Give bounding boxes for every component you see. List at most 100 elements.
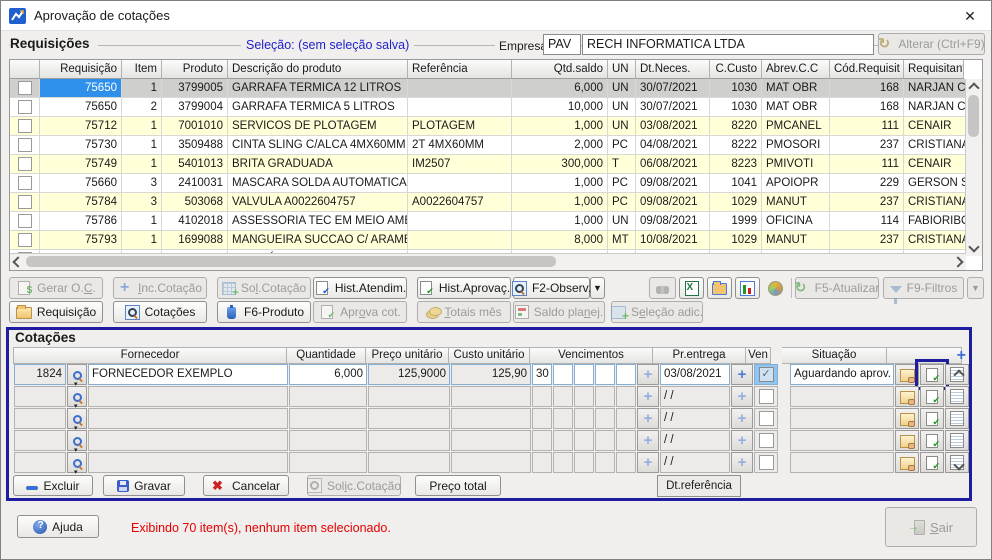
grid-cell[interactable]: 30/07/2021: [636, 79, 710, 98]
supplier-name-cell[interactable]: [88, 452, 288, 473]
grid-cell[interactable]: 1999: [710, 212, 762, 231]
column-header[interactable]: Abrev.C.C: [762, 60, 830, 79]
quantity-cell[interactable]: [289, 430, 367, 451]
due-days-cell[interactable]: [532, 408, 552, 429]
grid-cell[interactable]: T: [608, 155, 636, 174]
due-days-cell[interactable]: 30: [532, 364, 552, 385]
quantity-cell[interactable]: [289, 452, 367, 473]
due-days-cell[interactable]: [616, 364, 636, 385]
winner-checkbox[interactable]: [759, 411, 774, 426]
observation-button[interactable]: [895, 386, 919, 407]
grid-cell[interactable]: 2T 4MX60MM: [408, 136, 512, 155]
grid-cell[interactable]: GARRAFA TERMICA 12 LITROS: [228, 79, 408, 98]
grid-cell[interactable]: CRISTIANA: [904, 193, 966, 212]
grid-cell[interactable]: UN: [608, 79, 636, 98]
export-excel-button[interactable]: [679, 277, 704, 299]
add-delivery-button[interactable]: +: [731, 364, 753, 385]
grid-cell[interactable]: MAT OBR: [762, 98, 830, 117]
unit-price-cell[interactable]: [368, 408, 450, 429]
grid-cell[interactable]: CENAIR: [904, 117, 966, 136]
column-header[interactable]: C.Custo: [710, 60, 762, 79]
chart-button[interactable]: [735, 277, 760, 299]
grid-cell[interactable]: A0022604757: [408, 193, 512, 212]
folder-money-button[interactable]: [707, 277, 732, 299]
scroll-up-icon[interactable]: [967, 81, 981, 95]
column-header[interactable]: Qtd.saldo: [512, 60, 608, 79]
row-select-cell[interactable]: [10, 117, 40, 136]
grid-cell[interactable]: 75784: [40, 193, 122, 212]
grid-cell[interactable]: MANUT: [762, 231, 830, 250]
add-quotation-icon[interactable]: +: [957, 347, 966, 365]
grid-cell[interactable]: [408, 174, 512, 193]
palette-button[interactable]: [763, 277, 788, 299]
row-checkbox[interactable]: [18, 119, 32, 133]
winner-checkbox[interactable]: [759, 433, 774, 448]
grid-cell[interactable]: 300,000: [512, 155, 608, 174]
winner-checkbox-cell[interactable]: [754, 386, 778, 407]
grid-cell[interactable]: 1: [122, 212, 162, 231]
due-days-cell[interactable]: [574, 386, 594, 407]
grid-cell[interactable]: PMIVOTI: [762, 155, 830, 174]
requisition-row[interactable]: 7573013509488CINTA SLING C/ALCA 4MX60MM …: [10, 136, 966, 155]
grid-cell[interactable]: 75730: [40, 136, 122, 155]
column-header[interactable]: Dt.Neces.: [636, 60, 710, 79]
grid-cell[interactable]: 1: [122, 155, 162, 174]
grid-cell[interactable]: 1: [122, 136, 162, 155]
grid-cell[interactable]: 5401013: [162, 155, 228, 174]
column-header[interactable]: Fornecedor: [13, 347, 287, 364]
winner-checkbox[interactable]: [759, 389, 774, 404]
add-due-date-button[interactable]: +: [637, 452, 659, 473]
row-select-cell[interactable]: [10, 174, 40, 193]
supplier-lookup-button[interactable]: ▾: [67, 430, 87, 451]
winner-checkbox[interactable]: ✓: [759, 367, 774, 382]
grid-cell[interactable]: BRITA GRADUADA: [228, 155, 408, 174]
due-days-cell[interactable]: [616, 452, 636, 473]
inc-cotacao-button[interactable]: Inc.Cotação: [113, 277, 207, 299]
cancelar-button[interactable]: Cancelar: [203, 475, 289, 496]
grid-cell[interactable]: 114: [830, 212, 904, 231]
scrollbar-thumb[interactable]: [26, 256, 556, 267]
situation-cell[interactable]: [790, 386, 894, 407]
due-days-cell[interactable]: [616, 386, 636, 407]
grid-cell[interactable]: 3: [122, 174, 162, 193]
row-checkbox[interactable]: [18, 214, 32, 228]
due-days-cell[interactable]: [532, 386, 552, 407]
grid-cell[interactable]: 111: [830, 117, 904, 136]
grid-cell[interactable]: [408, 98, 512, 117]
column-header[interactable]: Descrição do produto: [228, 60, 408, 79]
grid-cell[interactable]: 09/08/2021: [636, 212, 710, 231]
grid-cell[interactable]: MANGUEIRA SUCCAO C/ ARAME 2": [228, 231, 408, 250]
empresa-code-field[interactable]: PAV: [543, 34, 581, 55]
row-select-cell[interactable]: [10, 193, 40, 212]
supplier-code-cell[interactable]: [14, 408, 66, 429]
grid-cell[interactable]: 6,000: [512, 79, 608, 98]
row-checkbox[interactable]: [18, 100, 32, 114]
due-days-cell[interactable]: [616, 430, 636, 451]
grid-cell[interactable]: MANUT: [762, 193, 830, 212]
requisicao-button[interactable]: Requisição: [9, 301, 103, 323]
hist-aprovacao-button[interactable]: Hist.Aprovaç.: [417, 277, 511, 299]
quantity-cell[interactable]: 6,000: [289, 364, 367, 385]
row-checkbox[interactable]: [18, 138, 32, 152]
situation-cell[interactable]: [790, 408, 894, 429]
add-delivery-button[interactable]: +: [731, 408, 753, 429]
column-header[interactable]: Situação: [782, 347, 887, 364]
column-header[interactable]: Preço unitário: [366, 347, 449, 364]
grid-cell[interactable]: 75786: [40, 212, 122, 231]
horizontal-scrollbar[interactable]: [10, 253, 966, 270]
grid-cell[interactable]: 1029: [710, 193, 762, 212]
grid-cell[interactable]: 3799004: [162, 98, 228, 117]
grid-cell[interactable]: 09/08/2021: [636, 174, 710, 193]
sair-button[interactable]: Sair: [885, 507, 977, 547]
preco-total-button[interactable]: Preço total: [415, 475, 501, 496]
scroll-up-icon[interactable]: [952, 368, 966, 382]
grid-cell[interactable]: 75660: [40, 174, 122, 193]
unit-cost-cell[interactable]: [451, 452, 531, 473]
due-days-cell[interactable]: [574, 430, 594, 451]
requisition-row[interactable]: 7574915401013BRITA GRADUADAIM2507300,000…: [10, 155, 966, 174]
due-days-cell[interactable]: [553, 452, 573, 473]
grid-cell[interactable]: 3509488: [162, 136, 228, 155]
add-due-date-button[interactable]: +: [637, 364, 659, 385]
grid-cell[interactable]: NARJAN CU: [904, 79, 966, 98]
column-header[interactable]: Pr.entrega: [653, 347, 746, 364]
